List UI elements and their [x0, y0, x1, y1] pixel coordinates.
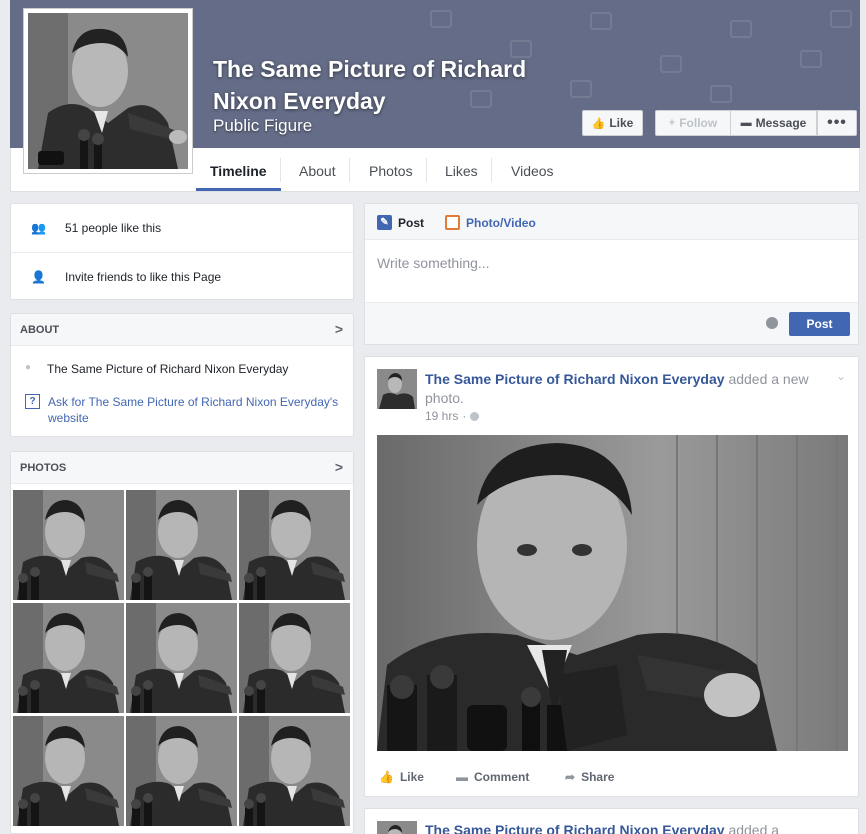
- composer-tab-post[interactable]: ✎ Post: [377, 215, 424, 230]
- composer-input[interactable]: Write something...: [377, 255, 490, 271]
- share-icon: ➦: [565, 770, 576, 784]
- post-like-label: Like: [399, 770, 424, 784]
- photo-thumbnail[interactable]: [126, 603, 237, 713]
- ask-website-link[interactable]: ? Ask for The Same Picture of Richard Ni…: [25, 394, 345, 426]
- chevron-right-icon: >: [334, 321, 343, 337]
- feed-post: The Same Picture of Richard Nixon Everyd…: [364, 356, 859, 797]
- thumbs-up-icon: 👍: [379, 770, 394, 784]
- question-icon: ?: [25, 394, 40, 409]
- post-share-label: Share: [581, 770, 615, 784]
- message-button[interactable]: ▬ Message: [730, 110, 817, 136]
- post-author-avatar[interactable]: [377, 821, 417, 834]
- nixon-thumbnail-image: [126, 716, 237, 826]
- post-header: The Same Picture of Richard Nixon Everyd…: [425, 821, 825, 834]
- post-action-text: added a: [728, 822, 780, 834]
- nixon-thumbnail-image: [13, 603, 124, 713]
- people-icon: 👥: [31, 221, 46, 235]
- tab-timeline[interactable]: Timeline: [196, 148, 281, 191]
- nixon-thumbnail-image: [239, 716, 350, 826]
- composer-tabs: ✎ Post Photo/Video: [365, 204, 858, 240]
- avatar-photo: [377, 369, 417, 409]
- plus-icon: +: [668, 117, 676, 129]
- likes-count-row[interactable]: 👥 51 people like this: [11, 204, 353, 252]
- invite-friends-text: Invite friends to like this Page: [65, 269, 222, 284]
- avatar-photo: [377, 821, 417, 834]
- about-description-text: The Same Picture of Richard Nixon Everyd…: [47, 362, 289, 376]
- pencil-icon: ✎: [377, 215, 392, 230]
- about-description: ● The Same Picture of Richard Nixon Ever…: [25, 362, 288, 376]
- feed-post: The Same Picture of Richard Nixon Everyd…: [364, 808, 859, 834]
- photo-thumbnail[interactable]: [239, 490, 350, 600]
- tab-likes[interactable]: Likes: [431, 148, 492, 191]
- comment-icon: ▬: [456, 770, 468, 784]
- about-header[interactable]: ABOUT >: [11, 314, 353, 346]
- follow-button[interactable]: + Follow: [655, 110, 730, 136]
- nixon-photo: [28, 13, 188, 169]
- message-icon: ▬: [740, 117, 752, 129]
- post-composer: ✎ Post Photo/Video Write something... Po…: [364, 203, 859, 345]
- nixon-thumbnail-image: [126, 603, 237, 713]
- profile-picture[interactable]: [23, 8, 193, 174]
- likes-count-text: 51 people like this: [65, 221, 162, 235]
- post-photo[interactable]: [377, 435, 848, 751]
- globe-icon[interactable]: [766, 317, 778, 329]
- nixon-thumbnail-image: [13, 490, 124, 600]
- follow-label: Follow: [679, 116, 718, 130]
- post-share-button[interactable]: ➦ Share: [565, 770, 614, 784]
- chevron-down-icon[interactable]: ⌄: [836, 369, 846, 383]
- nixon-thumbnail-image: [239, 490, 350, 600]
- composer-footer: Post: [365, 302, 858, 344]
- post-timestamp[interactable]: 19 hrs: [425, 409, 458, 423]
- photo-thumbnail[interactable]: [126, 490, 237, 600]
- like-page-button[interactable]: 👍 Like: [582, 110, 643, 136]
- nixon-thumbnail-image: [13, 716, 124, 826]
- photo-thumbnail[interactable]: [13, 490, 124, 600]
- page-title[interactable]: The Same Picture of Richard Nixon Everyd…: [213, 53, 573, 117]
- nixon-thumbnail-image: [239, 603, 350, 713]
- composer-tab-post-label: Post: [398, 215, 425, 230]
- photo-thumbnail[interactable]: [239, 716, 350, 826]
- nixon-photo: [377, 435, 848, 751]
- post-author-link[interactable]: The Same Picture of Richard Nixon Everyd…: [425, 371, 725, 387]
- invite-friends-row[interactable]: 👤 Invite friends to like this Page: [11, 252, 353, 300]
- chevron-right-icon: >: [334, 459, 343, 475]
- photos-card: PHOTOS >: [10, 451, 354, 834]
- photo-icon: [445, 215, 460, 230]
- page-category[interactable]: Public Figure: [213, 116, 312, 136]
- composer-tab-photo-label: Photo/Video: [466, 215, 536, 230]
- post-author-avatar[interactable]: [377, 369, 417, 409]
- post-actions: 👍 Like ▬ Comment ➦ Share: [365, 756, 858, 796]
- like-page-label: Like: [609, 116, 634, 130]
- about-heading: ABOUT: [20, 324, 60, 336]
- photo-thumbnail[interactable]: [126, 716, 237, 826]
- likes-card: 👥 51 people like this 👤 Invite friends t…: [10, 203, 354, 300]
- thumbs-up-icon: 👍: [591, 117, 606, 130]
- post-like-button[interactable]: 👍 Like: [379, 770, 424, 784]
- info-icon: ●: [25, 362, 32, 373]
- ask-website-text: Ask for The Same Picture of Richard Nixo…: [48, 395, 339, 425]
- add-person-icon: 👤: [31, 269, 46, 284]
- post-meta: 19 hrs ·: [425, 409, 480, 423]
- photos-heading: PHOTOS: [20, 462, 67, 474]
- tab-photos[interactable]: Photos: [355, 148, 427, 191]
- composer-tab-photo-video[interactable]: Photo/Video: [445, 215, 536, 230]
- more-options-button[interactable]: •••: [817, 110, 857, 136]
- post-comment-button[interactable]: ▬ Comment: [456, 770, 529, 784]
- post-author-link[interactable]: The Same Picture of Richard Nixon Everyd…: [425, 822, 725, 834]
- tab-videos[interactable]: Videos: [497, 148, 568, 191]
- tab-about[interactable]: About: [285, 148, 350, 191]
- globe-icon: [470, 411, 480, 421]
- post-submit-button[interactable]: Post: [789, 312, 850, 336]
- photo-thumbnail[interactable]: [13, 603, 124, 713]
- about-card: ABOUT > ● The Same Picture of Richard Ni…: [10, 313, 354, 437]
- post-comment-label: Comment: [474, 770, 530, 784]
- photos-header[interactable]: PHOTOS >: [11, 452, 353, 484]
- nixon-thumbnail-image: [126, 490, 237, 600]
- message-label: Message: [755, 116, 807, 130]
- photo-thumbnail[interactable]: [239, 603, 350, 713]
- photo-thumbnail[interactable]: [13, 716, 124, 826]
- post-header: The Same Picture of Richard Nixon Everyd…: [425, 370, 825, 408]
